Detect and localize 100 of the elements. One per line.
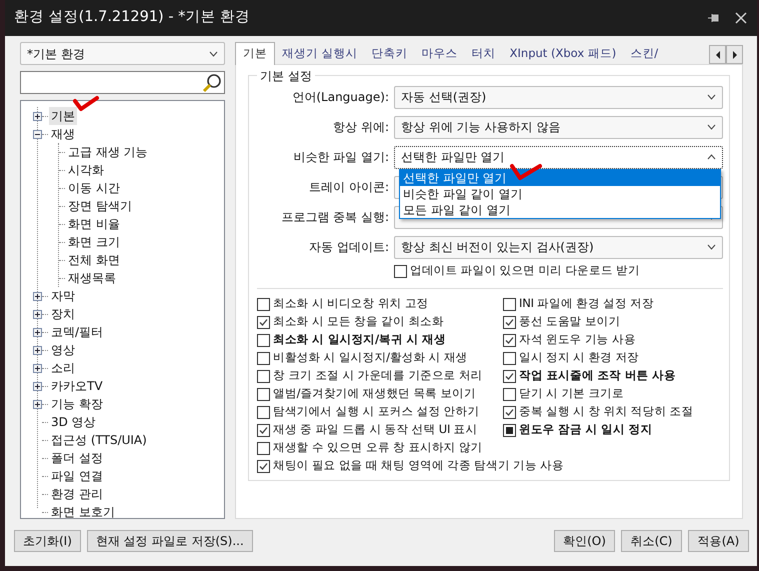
triangle-right-icon bbox=[730, 50, 738, 60]
checkbox[interactable] bbox=[503, 370, 516, 382]
checkbox-label: 탐색기에서 실행 시 포커스 설정 안하기 bbox=[273, 403, 480, 420]
ok-button[interactable]: 확인(O) bbox=[554, 530, 615, 552]
checkbox[interactable] bbox=[257, 298, 270, 310]
tree-item[interactable]: 코덱/필터 bbox=[49, 323, 106, 341]
setting-dropdown[interactable]: 항상 최신 버전이 있는지 검사(권장) bbox=[394, 236, 723, 258]
tab[interactable]: XInput (Xbox 패드) bbox=[502, 43, 624, 64]
tree-item[interactable]: 기능 확장 bbox=[49, 395, 105, 413]
checkbox-label: 풍선 도움말 보이기 bbox=[519, 313, 620, 330]
checkbox-label: 비활성화 시 일시정지/활성화 시 재생 bbox=[273, 349, 468, 366]
chevron-down-icon bbox=[707, 124, 716, 130]
tree-item[interactable]: 폴더 설정 bbox=[49, 449, 105, 467]
tab[interactable]: 단축키 bbox=[364, 43, 415, 64]
dropdown-option[interactable]: 비슷한 파일 같이 열기 bbox=[400, 186, 720, 202]
checkbox[interactable] bbox=[257, 316, 270, 328]
tree-item[interactable]: 장면 탐색기 bbox=[66, 197, 134, 215]
annotation-check-mark bbox=[510, 161, 542, 183]
tree-item[interactable]: 장치 bbox=[49, 305, 77, 323]
collapse-icon[interactable] bbox=[33, 130, 42, 138]
tab[interactable]: 기본 bbox=[235, 42, 275, 65]
checkbox-label: 최소화 시 비디오창 위치 고정 bbox=[273, 295, 428, 312]
tree-item[interactable]: 화면 보호기 bbox=[49, 503, 117, 521]
tab[interactable]: 재생기 실행시 bbox=[275, 43, 365, 64]
tree-item[interactable]: 기본 bbox=[49, 107, 77, 125]
profile-dropdown[interactable]: *기본 환경 bbox=[20, 42, 225, 65]
setting-label: 프로그램 중복 실행: bbox=[280, 209, 390, 226]
checkbox[interactable] bbox=[257, 352, 270, 364]
tree-item[interactable]: 자막 bbox=[49, 287, 77, 305]
expand-icon[interactable] bbox=[33, 346, 42, 354]
checkbox[interactable] bbox=[257, 442, 270, 454]
setting-label: 항상 위에: bbox=[332, 119, 390, 136]
tree-item[interactable]: 전체 화면 bbox=[66, 251, 122, 269]
tree-item[interactable]: 화면 비율 bbox=[66, 215, 122, 233]
checkbox[interactable] bbox=[503, 424, 516, 436]
setting-dropdown[interactable]: 자동 선택(권장) bbox=[394, 86, 723, 108]
scroll-right-button[interactable] bbox=[726, 45, 743, 64]
expand-icon[interactable] bbox=[33, 310, 42, 318]
checkbox[interactable] bbox=[503, 316, 516, 328]
checkbox[interactable] bbox=[257, 406, 270, 418]
setting-label: 자동 업데이트: bbox=[308, 239, 390, 256]
checkbox-label: 윈도우 잠금 시 일시 정지 bbox=[519, 421, 652, 438]
checkbox-label: 재생할 수 있으면 오류 창 표시하지 않기 bbox=[273, 439, 483, 456]
search-field[interactable] bbox=[20, 71, 225, 94]
checkbox-label: 최소화 시 모든 창을 같이 최소화 bbox=[273, 313, 444, 330]
apply-button[interactable]: 적용(A) bbox=[688, 530, 749, 552]
expand-icon[interactable] bbox=[33, 292, 42, 300]
tree-item[interactable]: 이동 시간 bbox=[66, 179, 122, 197]
tree-item[interactable]: 화면 크기 bbox=[66, 233, 122, 251]
save-settings-button[interactable]: 현재 설정 파일로 저장(S)... bbox=[86, 530, 253, 552]
checkbox[interactable] bbox=[503, 388, 516, 400]
tree-item[interactable]: 재생목록 bbox=[66, 269, 118, 287]
pin-icon[interactable] bbox=[707, 12, 721, 24]
tree-item[interactable]: 파일 연결 bbox=[49, 467, 105, 485]
checkbox-label: 중복 실행 시 창 위치 적당히 조절 bbox=[519, 403, 694, 420]
checkbox[interactable] bbox=[257, 460, 270, 472]
tree-item[interactable]: 환경 관리 bbox=[49, 485, 105, 503]
checkbox[interactable] bbox=[503, 298, 516, 310]
expand-icon[interactable] bbox=[33, 364, 42, 372]
checkbox[interactable] bbox=[257, 424, 270, 436]
checkbox[interactable] bbox=[257, 388, 270, 400]
expand-icon[interactable] bbox=[33, 400, 42, 408]
setting-dropdown[interactable]: 항상 위에 기능 사용하지 않음 bbox=[394, 116, 723, 138]
tree-item[interactable]: 영상 bbox=[49, 341, 77, 359]
checkbox-label: 자석 윈도우 기능 사용 bbox=[519, 331, 636, 348]
checkbox[interactable] bbox=[503, 334, 516, 346]
checkbox-label: 창 크기 조절 시 가운데를 기준으로 처리 bbox=[273, 367, 483, 384]
checkbox[interactable] bbox=[503, 406, 516, 418]
setting-dropdown[interactable]: 선택한 파일만 열기 bbox=[394, 146, 723, 168]
tree-item[interactable]: 접근성 (TTS/UIA) bbox=[49, 431, 149, 449]
expand-icon[interactable] bbox=[33, 112, 42, 120]
tree-item[interactable]: 고급 재생 기능 bbox=[66, 143, 150, 161]
chevron-up-icon bbox=[707, 154, 716, 160]
reset-button[interactable]: 초기화(I) bbox=[14, 530, 81, 552]
setting-label: 언어(Language): bbox=[291, 89, 390, 106]
tab[interactable]: 스킨/ bbox=[623, 43, 660, 64]
cancel-button[interactable]: 취소(C) bbox=[621, 530, 682, 552]
tree-item[interactable]: 재생 bbox=[49, 125, 77, 143]
checkbox[interactable] bbox=[257, 370, 270, 382]
tree-item[interactable]: 소리 bbox=[49, 359, 77, 377]
triangle-left-icon bbox=[714, 50, 722, 60]
close-icon[interactable] bbox=[735, 12, 747, 24]
dropdown-option[interactable]: 선택한 파일만 열기 bbox=[400, 170, 720, 186]
tree-item[interactable]: 카카오TV bbox=[49, 377, 105, 395]
checkbox-label: 업데이트 파일이 있으면 미리 다운로드 받기 bbox=[410, 262, 640, 280]
checkbox-label: 재생 중 파일 드롭 시 동작 선택 UI 표시 bbox=[273, 421, 478, 438]
checkbox-label: 닫기 시 기본 크기로 bbox=[519, 385, 624, 402]
checkbox-label: 작업 표시줄에 조작 버튼 사용 bbox=[519, 367, 676, 384]
scroll-left-button[interactable] bbox=[709, 45, 726, 64]
tree-item[interactable]: 시각화 bbox=[66, 161, 106, 179]
checkbox[interactable] bbox=[257, 334, 270, 346]
dropdown-option[interactable]: 모든 파일 같이 열기 bbox=[400, 202, 720, 218]
expand-icon[interactable] bbox=[33, 382, 42, 390]
expand-icon[interactable] bbox=[33, 328, 42, 336]
checkbox[interactable] bbox=[394, 264, 407, 278]
tree-item[interactable]: 3D 영상 bbox=[49, 413, 98, 431]
tab[interactable]: 마우스 bbox=[414, 43, 465, 64]
checkbox[interactable] bbox=[503, 352, 516, 364]
chevron-down-icon bbox=[707, 244, 716, 250]
tab[interactable]: 터치 bbox=[464, 43, 503, 64]
